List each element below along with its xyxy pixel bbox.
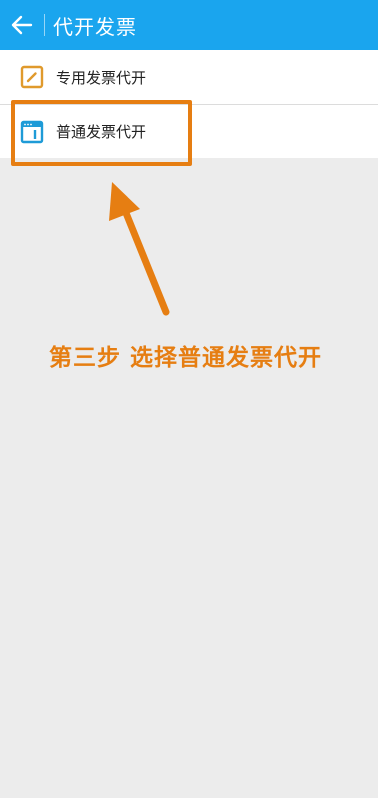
arrow-shaft xyxy=(120,204,170,316)
step-annotation: 第三步 选择普通发票代开 xyxy=(49,345,323,371)
back-button[interactable] xyxy=(2,0,42,50)
arrow-head xyxy=(109,182,140,221)
page-title: 代开发票 xyxy=(53,14,137,39)
arrow-left-icon xyxy=(11,15,33,35)
menu-item-label: 专用发票代开 xyxy=(56,68,147,87)
edit-document-icon xyxy=(20,65,44,89)
header-divider xyxy=(44,14,45,36)
highlight-box xyxy=(11,100,192,166)
menu-item-special-invoice[interactable]: 专用发票代开 xyxy=(0,50,378,104)
top-bar: 代开发票 xyxy=(0,0,378,50)
